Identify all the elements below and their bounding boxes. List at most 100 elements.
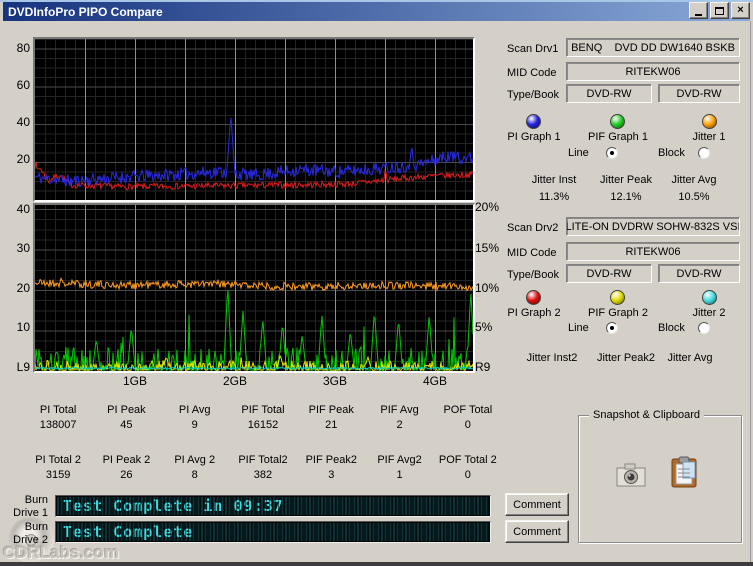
window-bottom-border <box>0 562 753 566</box>
book-1-field: DVD-RW <box>658 84 740 103</box>
stat-value: 0 <box>464 419 471 431</box>
axis-label: 60 <box>16 78 30 92</box>
stat-label: PI Total <box>39 404 77 416</box>
axis-label: 20% <box>475 200 500 214</box>
jitter-inst-1-value: 11.3% <box>538 191 570 203</box>
pif-graph-1-label: PIF Graph 1 <box>588 131 648 143</box>
maximize-icon <box>715 6 724 15</box>
jitter-inst-1-header: Jitter Inst <box>531 174 577 186</box>
stat-label: PI Avg 2 <box>174 454 216 466</box>
stat-value: 1 <box>396 469 403 481</box>
stat-value: 21 <box>325 419 338 431</box>
stats-row-1: PI Total 138007 PI Peak 45 PI Avg 9 PIF Tot… <box>24 404 502 431</box>
stat-label: PI Avg <box>178 404 211 416</box>
close-icon: × <box>737 4 744 16</box>
axis-label: 40 <box>16 115 30 129</box>
stat-label: PIF Total <box>241 404 285 416</box>
axis-label: 15% <box>475 241 500 255</box>
type-2-field: DVD-RW <box>566 264 652 283</box>
scan-drv1-label: Scan Drv1 <box>507 43 559 55</box>
comment-button-1[interactable]: Comment <box>505 493 569 516</box>
scan-drv1-field: BENQ DVD DD DW1640 BSKB <box>566 38 740 57</box>
axis-label: 20 <box>16 152 30 166</box>
stat-value: 2 <box>396 419 403 431</box>
type-book-2-label: Type/Book <box>507 269 559 281</box>
jitter-1-led <box>702 114 717 129</box>
burn-drive-1-label: Burn Drive 1 <box>13 494 48 519</box>
stat-value: 8 <box>191 469 198 481</box>
stat-label: PI Peak <box>107 404 146 416</box>
book-2-field: DVD-RW <box>658 264 740 283</box>
window-title: DVDInfoPro PIPO Compare <box>8 4 163 19</box>
line-1-radio[interactable] <box>606 147 618 159</box>
type-book-1-label: Type/Book <box>507 89 559 101</box>
stat-label: PIF Total2 <box>238 454 288 466</box>
clipboard-button[interactable] <box>671 456 697 488</box>
mid-code-2-label: MID Code <box>507 247 557 259</box>
snapshot-clipboard-title: Snapshot & Clipboard <box>589 409 705 421</box>
mid-code-1-field: RITEKW06 <box>566 62 740 81</box>
jitter-1-label: Jitter 1 <box>692 131 726 143</box>
stat-value: 26 <box>120 469 133 481</box>
maximize-button[interactable] <box>710 2 729 19</box>
jitter-avg-1-header: Jitter Avg <box>671 174 717 186</box>
stat-value: 3159 <box>45 469 71 481</box>
pif-graph-2-led <box>610 290 625 305</box>
lcd-display-2: Test Complete <box>55 521 491 543</box>
app-window: DVDInfoPro PIPO Compare × 80 60 40 20 40… <box>0 0 753 566</box>
pif-graph-2-label: PIF Graph 2 <box>588 307 648 319</box>
stat-value: 16152 <box>247 419 279 431</box>
minimize-icon <box>695 13 702 16</box>
jitter-inst-2-header: Jitter Inst2 <box>526 352 578 364</box>
jitter-avg-1-value: 10.5% <box>678 191 710 203</box>
axis-label: 5% <box>475 320 493 334</box>
stat-value: 9 <box>191 419 198 431</box>
stat-label: POF Total <box>443 404 493 416</box>
jitter-peak-1-header: Jitter Peak <box>600 174 652 186</box>
stat-value: 138007 <box>39 419 77 431</box>
camera-button[interactable] <box>616 462 646 488</box>
mid-code-2-field: RITEKW06 <box>566 242 740 261</box>
stats-row-2: PI Total 2 3159 PI Peak 2 26 PI Avg 2 8 PIF… <box>24 454 502 481</box>
pi-graph-2-label: PI Graph 2 <box>507 307 561 319</box>
snapshot-clipboard-group: Snapshot & Clipboard <box>578 409 742 543</box>
stat-label: POF Total 2 <box>438 454 497 466</box>
axis-label: 20 <box>16 281 30 295</box>
x-tick: 4GB <box>422 374 447 388</box>
axis-corner-label: L9 <box>16 360 30 374</box>
axis-label: 10 <box>16 320 30 334</box>
axis-label: 40 <box>16 202 30 216</box>
stat-value: 382 <box>253 469 273 481</box>
pif-graph-1-led <box>610 114 625 129</box>
x-tick: 3GB <box>322 374 347 388</box>
block-1-label: Block <box>658 147 685 159</box>
axis-label: 80 <box>16 41 30 55</box>
watermark: CDRLabs.com <box>3 543 120 562</box>
close-button[interactable]: × <box>731 2 750 19</box>
pif-jitter-chart <box>33 203 475 373</box>
stat-label: PIF Avg2 <box>377 454 422 466</box>
mid-code-1-label: MID Code <box>507 67 557 79</box>
block-1-radio[interactable] <box>698 147 710 159</box>
line-1-label: Line <box>568 147 589 159</box>
stat-label: PIF Peak <box>308 404 354 416</box>
comment-button-2[interactable]: Comment <box>505 520 569 543</box>
pi-errors-chart <box>33 37 475 202</box>
line-2-label: Line <box>568 322 589 334</box>
stat-value: 3 <box>328 469 335 481</box>
line-2-radio[interactable] <box>606 322 618 334</box>
stat-label: PI Peak 2 <box>102 454 151 466</box>
block-2-label: Block <box>658 322 685 334</box>
titlebar: DVDInfoPro PIPO Compare <box>3 2 750 21</box>
jitter-peak-1-value: 12.1% <box>610 191 642 203</box>
jitter-avg-2-header: Jitter Avg <box>667 352 713 364</box>
window-content: 80 60 40 20 40 30 20 10 L9 20% 15% 10% 5… <box>0 21 753 566</box>
x-tick: 1GB <box>122 374 147 388</box>
minimize-button[interactable] <box>689 2 708 19</box>
stat-value: 0 <box>464 469 471 481</box>
axis-corner-label: R9 <box>475 360 491 374</box>
stat-label: PIF Peak2 <box>305 454 357 466</box>
jitter-2-led <box>702 290 717 305</box>
block-2-radio[interactable] <box>698 322 710 334</box>
x-tick: 2GB <box>222 374 247 388</box>
